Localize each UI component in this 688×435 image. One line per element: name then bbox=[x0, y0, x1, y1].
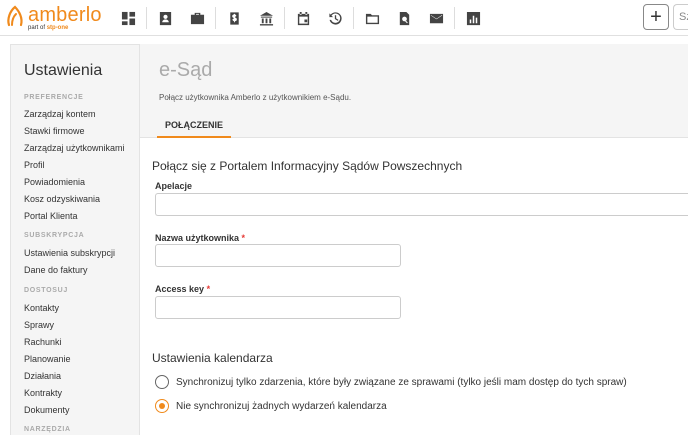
calendar-option-no-sync[interactable]: Nie synchronizuj żadnych wydarzeń kalend… bbox=[155, 398, 387, 414]
nav-divider bbox=[146, 7, 147, 29]
sidebar-item-invoices[interactable]: Rachunki bbox=[24, 337, 62, 347]
radio-label: Nie synchronizuj żadnych wydarzeń kalend… bbox=[176, 400, 387, 412]
amberlo-logo[interactable]: amberlo part of stp-one bbox=[6, 3, 106, 33]
history-icon[interactable] bbox=[319, 0, 351, 36]
dashboard-icon[interactable] bbox=[112, 0, 144, 36]
radio-button-selected[interactable] bbox=[155, 399, 169, 413]
calendar-section-title: Ustawienia kalendarza bbox=[152, 351, 273, 365]
amberlo-logo-mark bbox=[7, 5, 23, 27]
sidebar-item-recycle-bin[interactable]: Kosz odzyskiwania bbox=[24, 194, 100, 204]
sidebar-item-manage-users[interactable]: Zarządzaj użytkownikami bbox=[24, 143, 125, 153]
top-bar: amberlo part of stp-one + S bbox=[0, 0, 688, 36]
contacts-icon[interactable] bbox=[149, 0, 181, 36]
sidebar-item-planning[interactable]: Planowanie bbox=[24, 354, 71, 364]
section-heading-subscription: SUBSKRYPCJA bbox=[24, 232, 85, 239]
radio-button[interactable] bbox=[155, 375, 169, 389]
reports-icon[interactable] bbox=[457, 0, 489, 36]
sidebar-title: Ustawienia bbox=[24, 62, 103, 79]
mail-icon[interactable] bbox=[420, 0, 452, 36]
invoices-icon[interactable] bbox=[218, 0, 250, 36]
section-heading-customize: DOSTOSUJ bbox=[24, 287, 68, 294]
sidebar-item-activities[interactable]: Działania bbox=[24, 371, 61, 381]
sidebar-item-contracts[interactable]: Kontrakty bbox=[24, 388, 62, 398]
folder-icon[interactable] bbox=[356, 0, 388, 36]
main-content: e-Sąd Połącz użytkownika Amberlo z użytk… bbox=[140, 44, 688, 435]
settings-sidebar: Ustawienia PREFERENCJE Zarządzaj kontem … bbox=[10, 44, 140, 435]
sidebar-item-notifications[interactable]: Powiadomienia bbox=[24, 177, 85, 187]
nav-divider bbox=[454, 7, 455, 29]
nav-divider bbox=[284, 7, 285, 29]
username-input[interactable] bbox=[155, 244, 401, 267]
brand-subline: part of stp-one bbox=[28, 25, 68, 31]
sidebar-item-manage-account[interactable]: Zarządzaj kontem bbox=[24, 109, 96, 119]
sidebar-item-profile[interactable]: Profil bbox=[24, 160, 45, 170]
apelacje-label: Apelacje bbox=[155, 181, 193, 191]
sidebar-item-subscription-settings[interactable]: Ustawienia subskrypcji bbox=[24, 248, 115, 258]
cases-icon[interactable] bbox=[181, 0, 213, 36]
sidebar-item-company-rates[interactable]: Stawki firmowe bbox=[24, 126, 85, 136]
radio-label: Synchronizuj tylko zdarzenia, które były… bbox=[176, 376, 627, 388]
nav-divider bbox=[215, 7, 216, 29]
apelacje-select[interactable] bbox=[155, 193, 688, 216]
sidebar-item-cases[interactable]: Sprawy bbox=[24, 320, 54, 330]
page-description: Połącz użytkownika Amberlo z użytkowniki… bbox=[159, 93, 352, 102]
sidebar-item-billing-details[interactable]: Dane do faktury bbox=[24, 265, 88, 275]
connect-section-title: Połącz się z Portalem Informacyjny Sądów… bbox=[152, 159, 463, 173]
required-mark: * bbox=[241, 233, 246, 243]
brand-sub-prefix: part of bbox=[28, 25, 46, 31]
brand-name: amberlo bbox=[28, 4, 102, 26]
page-header: e-Sąd Połącz użytkownika Amberlo z użytk… bbox=[140, 44, 688, 138]
document-search-icon[interactable] bbox=[388, 0, 420, 36]
calendar-icon[interactable] bbox=[287, 0, 319, 36]
court-icon[interactable] bbox=[250, 0, 282, 36]
access-key-label: Access key * bbox=[155, 284, 210, 294]
main-nav bbox=[112, 0, 489, 36]
access-key-input[interactable] bbox=[155, 296, 401, 319]
calendar-option-sync-case-events[interactable]: Synchronizuj tylko zdarzenia, które były… bbox=[155, 374, 627, 390]
brand-sub-brand: stp-one bbox=[46, 25, 69, 31]
page-title: e-Sąd bbox=[159, 59, 213, 81]
nav-divider bbox=[353, 7, 354, 29]
username-label-text: Nazwa użytkownika bbox=[155, 233, 240, 243]
search-input[interactable]: Sz bbox=[673, 4, 688, 30]
sidebar-item-client-portal[interactable]: Portal Klienta bbox=[24, 211, 78, 221]
sidebar-item-documents[interactable]: Dokumenty bbox=[24, 405, 70, 415]
section-heading-tools: NARZĘDZIA bbox=[24, 426, 71, 433]
required-mark: * bbox=[206, 284, 211, 294]
username-label: Nazwa użytkownika * bbox=[155, 233, 245, 243]
section-heading-preferences: PREFERENCJE bbox=[24, 94, 84, 101]
access-key-label-text: Access key bbox=[155, 284, 205, 294]
tab-connection[interactable]: POŁĄCZENIE bbox=[157, 112, 232, 138]
sidebar-item-contacts[interactable]: Kontakty bbox=[24, 303, 59, 313]
add-button[interactable]: + bbox=[643, 4, 669, 30]
